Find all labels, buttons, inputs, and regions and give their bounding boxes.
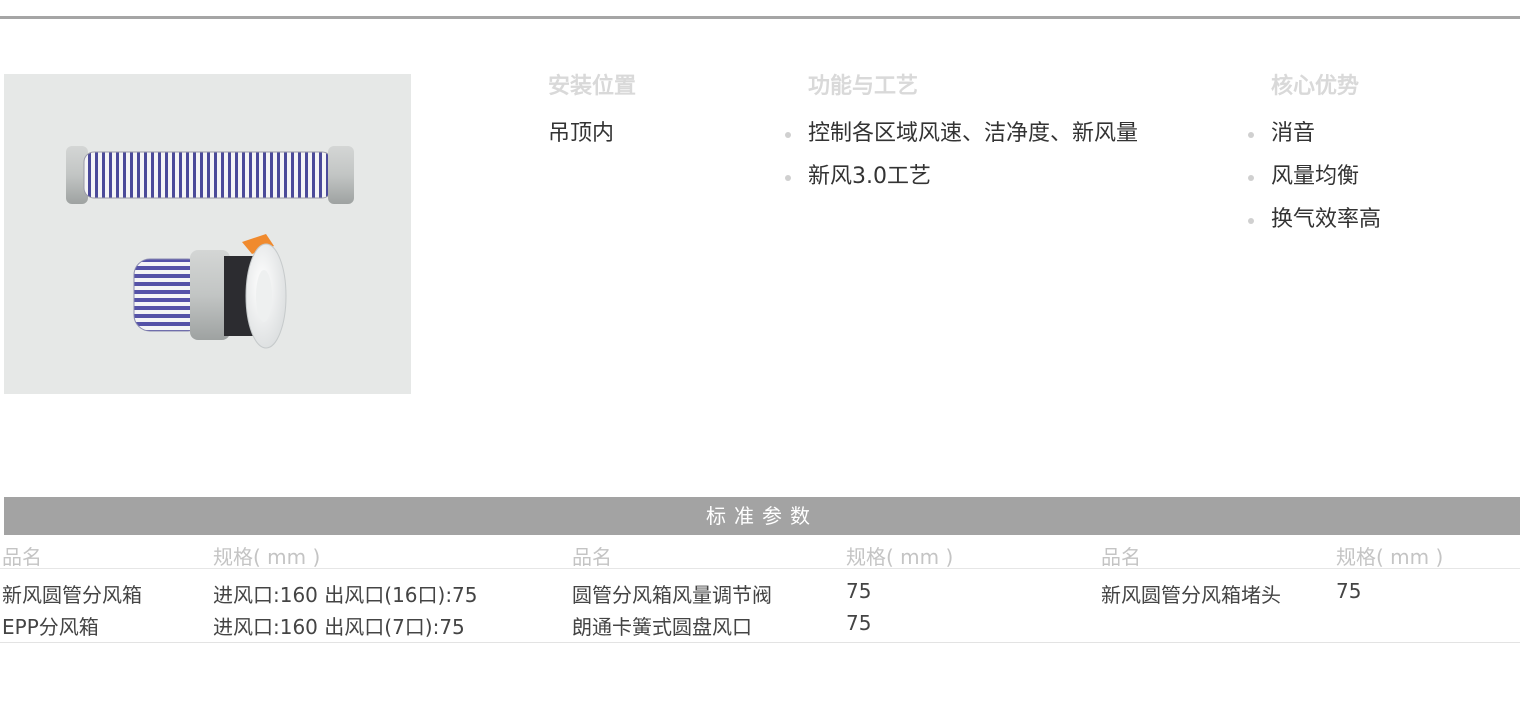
function-process-list: 控制各区域风速、洁净度、新风量 新风3.0工艺 <box>782 120 1138 191</box>
column-header: 品名 <box>572 545 612 569</box>
core-advantages-heading: 核心优势 <box>1271 74 1360 99</box>
table-cell: 75 <box>846 579 872 603</box>
spec-banner-title: 标准参数 <box>4 497 1520 535</box>
table-cell: 75 <box>1336 579 1362 603</box>
spec-table-header: 品名 规格( mm ) 品名 规格( mm ) 品名 规格( mm ) <box>0 537 1520 569</box>
column-header: 规格( mm ) <box>213 545 321 569</box>
list-item: 风量均衡 <box>1245 163 1381 191</box>
table-cell: 进风口:160 出风口(16口):75 <box>213 583 478 607</box>
install-position-value: 吊顶内 <box>548 121 615 146</box>
list-item: 新风3.0工艺 <box>782 163 1138 191</box>
product-image <box>4 74 411 394</box>
function-process-column: 功能与工艺 控制各区域风速、洁净度、新风量 新风3.0工艺 <box>782 72 1138 206</box>
bullet-dot-icon <box>1248 218 1254 224</box>
table-row: EPP分风箱 进风口:160 出风口(7口):75 朗通卡簧式圆盘风口 75 <box>0 609 1520 641</box>
round-diffuser-assembly <box>133 234 287 349</box>
table-cell: EPP分风箱 <box>2 615 99 639</box>
bullet-dot-icon <box>1248 132 1254 138</box>
table-row: 新风圆管分风箱 进风口:160 出风口(16口):75 圆管分风箱风量调节阀 7… <box>0 577 1520 609</box>
bullet-dot-icon <box>785 175 791 181</box>
table-cell: 新风圆管分风箱 <box>2 583 142 607</box>
core-advantages-list: 消音 风量均衡 换气效率高 <box>1245 120 1381 234</box>
column-header: 品名 <box>2 545 42 569</box>
table-cell: 朗通卡簧式圆盘风口 <box>572 615 752 639</box>
table-cell: 圆管分风箱风量调节阀 <box>572 583 772 607</box>
flexible-duct <box>66 146 354 204</box>
bullet-dot-icon <box>785 132 791 138</box>
table-cell: 75 <box>846 611 872 635</box>
duct-product-illustration <box>66 146 354 349</box>
table-cell: 新风圆管分风箱堵头 <box>1101 583 1281 607</box>
column-header: 规格( mm ) <box>846 545 954 569</box>
list-item: 换气效率高 <box>1245 206 1381 234</box>
list-item: 控制各区域风速、洁净度、新风量 <box>782 120 1138 148</box>
list-item: 消音 <box>1245 120 1381 148</box>
top-divider <box>0 16 1520 19</box>
table-bottom-divider <box>0 642 1520 643</box>
function-process-heading: 功能与工艺 <box>808 74 919 99</box>
column-header: 品名 <box>1101 545 1141 569</box>
core-advantages-column: 核心优势 消音 风量均衡 换气效率高 <box>1245 72 1381 249</box>
bullet-dot-icon <box>1248 175 1254 181</box>
install-position-column: 安装位置 吊顶内 <box>548 72 636 148</box>
table-cell: 进风口:160 出风口(7口):75 <box>213 615 465 639</box>
install-position-heading: 安装位置 <box>548 74 637 99</box>
column-header: 规格( mm ) <box>1336 545 1444 569</box>
